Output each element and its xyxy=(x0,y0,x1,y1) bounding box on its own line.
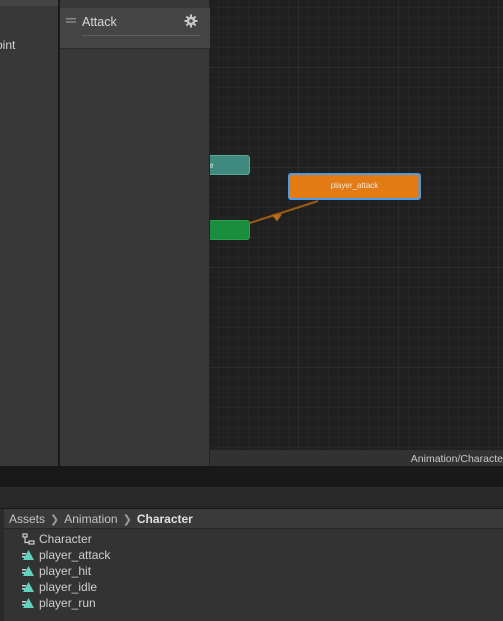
layer-item-attack[interactable]: Attack xyxy=(60,8,210,49)
dock-divider[interactable] xyxy=(0,466,503,488)
layer-weight-bar xyxy=(82,35,200,36)
asset-name: player_idle xyxy=(39,580,98,594)
asset-list: Character player_attack player_hit playe… xyxy=(22,531,110,611)
transition-arrow[interactable] xyxy=(210,0,503,466)
controller-path: Animation/Characte xyxy=(410,453,503,465)
state-node-player-attack[interactable]: player_attack xyxy=(288,173,421,200)
breadcrumb-item-animation[interactable]: Animation xyxy=(64,512,117,526)
left-panel-header xyxy=(0,0,58,6)
left-panel: oint xyxy=(0,0,58,466)
state-node-entry[interactable] xyxy=(210,220,250,240)
animator-graph[interactable]: e player_attack Animation/Characte xyxy=(210,0,503,466)
drag-handle-icon[interactable] xyxy=(66,18,76,29)
animation-clip-icon xyxy=(22,581,35,594)
layers-panel: Attack xyxy=(60,0,210,466)
chevron-right-icon: ❯ xyxy=(122,514,132,526)
animator-controller-icon xyxy=(22,532,35,546)
gear-icon[interactable] xyxy=(184,14,198,28)
asset-name: player_hit xyxy=(39,564,92,578)
breadcrumb-item-assets[interactable]: Assets xyxy=(9,512,45,526)
layer-name: Attack xyxy=(82,15,117,29)
asset-item-player-hit[interactable]: player_hit xyxy=(22,563,110,579)
left-panel-clipped-label[interactable]: oint xyxy=(0,38,15,52)
asset-name: Character xyxy=(39,532,92,546)
chevron-right-icon: ❯ xyxy=(50,514,60,526)
asset-item-player-run[interactable]: player_run xyxy=(22,595,110,611)
project-panel: Assets ❯ Animation ❯ Character Character pla… xyxy=(0,509,503,621)
asset-item-player-attack[interactable]: player_attack xyxy=(22,547,110,563)
asset-item-player-idle[interactable]: player_idle xyxy=(22,579,110,595)
breadcrumb-item-character[interactable]: Character xyxy=(137,512,193,526)
asset-name: player_run xyxy=(39,596,96,610)
animation-clip-icon xyxy=(22,549,35,562)
animation-clip-icon xyxy=(22,565,35,578)
breadcrumb: Assets ❯ Animation ❯ Character xyxy=(4,509,503,529)
state-node-teal[interactable]: e xyxy=(210,155,250,175)
animation-clip-icon xyxy=(22,597,35,610)
asset-name: player_attack xyxy=(39,548,111,562)
dock-tabbar xyxy=(0,488,503,509)
asset-item-character[interactable]: Character xyxy=(22,531,110,547)
